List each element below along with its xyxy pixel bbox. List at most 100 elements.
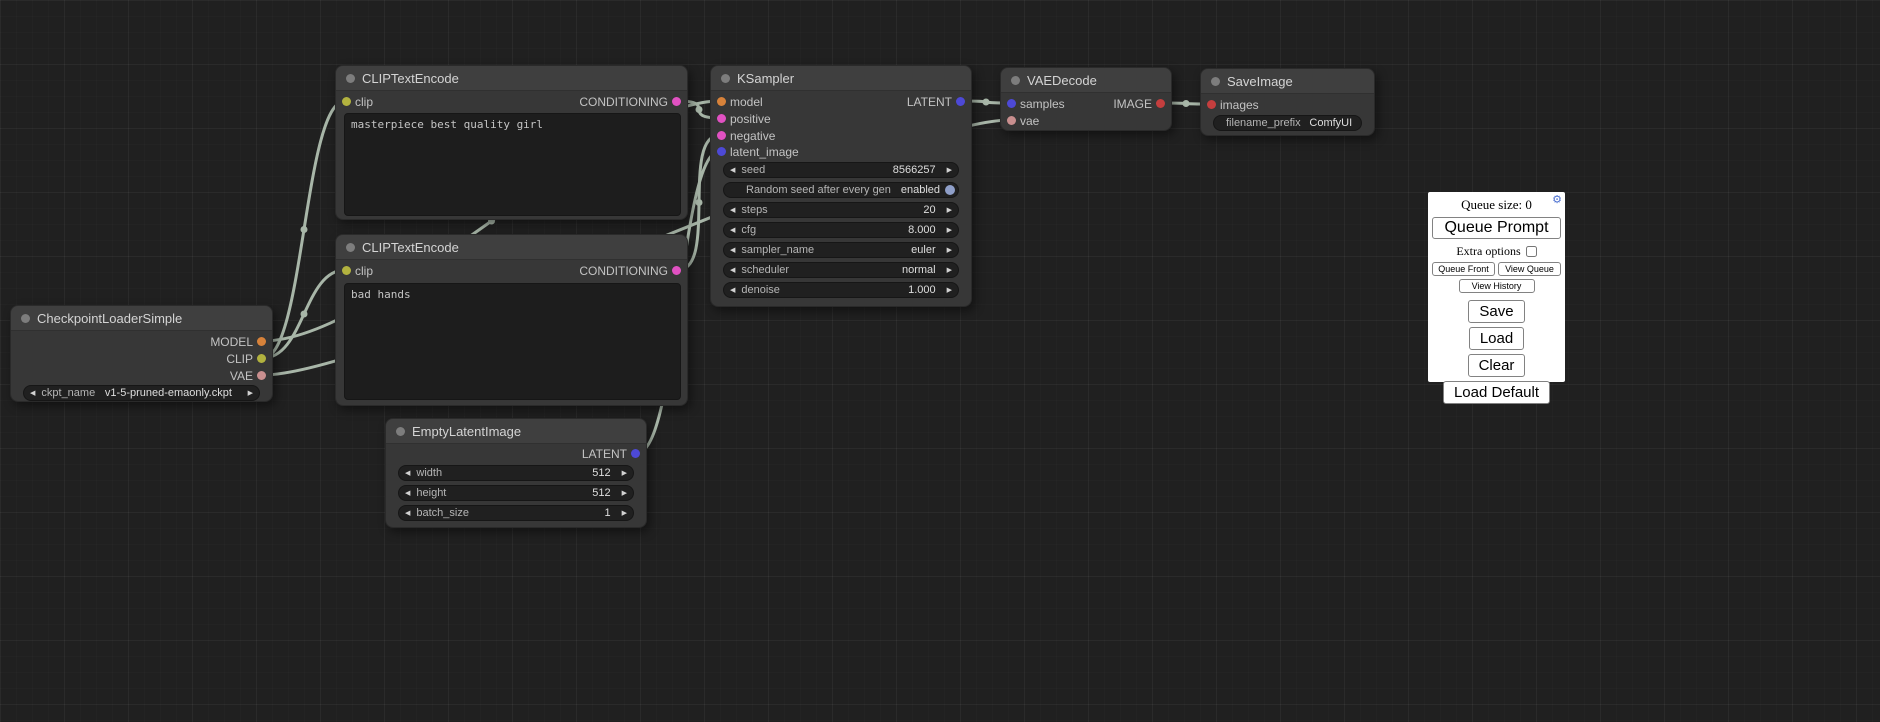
widget-value: 1 [604,507,615,519]
node-title-bar[interactable]: KSampler [711,66,971,91]
collapse-dot-icon[interactable] [1011,76,1020,85]
node-vaedecode[interactable]: VAEDecode samples vae IMAGE [1000,67,1172,131]
increment-arrow-icon[interactable]: ▶ [941,223,958,238]
link-midpoint-dot [301,311,308,318]
decrement-arrow-icon[interactable]: ◀ [724,283,741,298]
input-label-clip: clip [355,263,373,279]
widget-label: batch_size [416,507,469,519]
input-slot-negative[interactable] [717,131,726,140]
increment-arrow-icon[interactable]: ▶ [941,263,958,278]
output-label-conditioning: CONDITIONING [579,263,668,279]
output-slot-model[interactable] [257,337,266,346]
widget-label: sampler_name [741,244,814,256]
decrement-arrow-icon[interactable]: ◀ [724,223,741,238]
widget-label: steps [741,204,767,216]
output-label-conditioning: CONDITIONING [579,94,668,110]
node-title-bar[interactable]: CLIPTextEncode [336,235,687,260]
decrement-arrow-icon[interactable]: ◀ [399,466,416,481]
widget-label: ckpt_name [41,387,95,399]
widget-height[interactable]: ◀ height 512 ▶ [398,485,634,501]
widget-value: 512 [592,487,615,499]
load-default-button[interactable]: Load Default [1443,381,1550,404]
extra-options-checkbox[interactable] [1526,246,1537,257]
node-ksampler[interactable]: KSampler model positive negative latent_… [710,65,972,307]
increment-arrow-icon[interactable]: ▶ [941,163,958,178]
decrement-arrow-icon[interactable]: ◀ [724,243,741,258]
widget-steps[interactable]: ◀ steps 20 ▶ [723,202,959,218]
node-title-bar[interactable]: CheckpointLoaderSimple [11,306,272,331]
collapse-dot-icon[interactable] [396,427,405,436]
node-checkpointloadersimple[interactable]: CheckpointLoaderSimple MODEL CLIP VAE ◀ … [10,305,273,402]
input-slot-samples[interactable] [1007,99,1016,108]
increment-arrow-icon[interactable]: ▶ [941,283,958,298]
output-slot-vae[interactable] [257,371,266,380]
input-slot-vae[interactable] [1007,116,1016,125]
input-label-negative: negative [730,128,775,144]
increment-arrow-icon[interactable]: ▶ [941,203,958,218]
input-slot-clip[interactable] [342,97,351,106]
input-slot-clip[interactable] [342,266,351,275]
node-saveimage[interactable]: SaveImage images filename_prefix ComfyUI [1200,68,1375,136]
output-slot-conditioning[interactable] [672,266,681,275]
widget-cfg[interactable]: ◀ cfg 8.000 ▶ [723,222,959,238]
widget-filename-prefix[interactable]: filename_prefix ComfyUI [1213,115,1362,131]
decrement-arrow-icon[interactable]: ◀ [724,263,741,278]
widget-label: denoise [741,284,780,296]
node-cliptextencode-positive[interactable]: CLIPTextEncode clip CONDITIONING masterp… [335,65,688,220]
widget-seed[interactable]: ◀ seed 8566257 ▶ [723,162,959,178]
output-slot-image[interactable] [1156,99,1165,108]
node-title-bar[interactable]: CLIPTextEncode [336,66,687,91]
clear-button[interactable]: Clear [1468,354,1526,377]
output-label-clip: CLIP [226,351,253,367]
increment-arrow-icon[interactable]: ▶ [616,506,633,521]
increment-arrow-icon[interactable]: ▶ [242,386,259,401]
node-title-bar[interactable]: VAEDecode [1001,68,1171,93]
node-title-bar[interactable]: EmptyLatentImage [386,419,646,444]
widget-denoise[interactable]: ◀ denoise 1.000 ▶ [723,282,959,298]
decrement-arrow-icon[interactable]: ◀ [399,506,416,521]
increment-arrow-icon[interactable]: ▶ [616,466,633,481]
widget-scheduler[interactable]: ◀ scheduler normal ▶ [723,262,959,278]
widget-batch-size[interactable]: ◀ batch_size 1 ▶ [398,505,634,521]
collapse-dot-icon[interactable] [21,314,30,323]
negative-prompt-textarea[interactable]: bad hands [344,283,681,400]
output-slot-clip[interactable] [257,354,266,363]
collapse-dot-icon[interactable] [346,74,355,83]
increment-arrow-icon[interactable]: ▶ [941,243,958,258]
collapse-dot-icon[interactable] [346,243,355,252]
decrement-arrow-icon[interactable]: ◀ [399,486,416,501]
collapse-dot-icon[interactable] [721,74,730,83]
settings-gear-icon[interactable]: ⚙ [1552,195,1562,206]
link-midpoint-dot [1183,100,1190,107]
decrement-arrow-icon[interactable]: ◀ [724,163,741,178]
save-button[interactable]: Save [1468,300,1524,323]
decrement-arrow-icon[interactable]: ◀ [24,386,41,401]
output-slot-latent[interactable] [956,97,965,106]
collapse-dot-icon[interactable] [1211,77,1220,86]
input-slot-images[interactable] [1207,100,1216,109]
load-button[interactable]: Load [1469,327,1524,350]
node-title-bar[interactable]: SaveImage [1201,69,1374,94]
widget-value: normal [902,264,941,276]
input-slot-positive[interactable] [717,114,726,123]
toggle-indicator-icon[interactable] [945,185,955,195]
increment-arrow-icon[interactable]: ▶ [616,486,633,501]
input-slot-latent-image[interactable] [717,147,726,156]
output-slot-conditioning[interactable] [672,97,681,106]
queue-front-button[interactable]: Queue Front [1432,262,1495,276]
output-slot-latent[interactable] [631,449,640,458]
decrement-arrow-icon[interactable]: ◀ [724,203,741,218]
widget-width[interactable]: ◀ width 512 ▶ [398,465,634,481]
input-label-model: model [730,94,763,110]
node-cliptextencode-negative[interactable]: CLIPTextEncode clip CONDITIONING bad han… [335,234,688,406]
positive-prompt-textarea[interactable]: masterpiece best quality girl [344,113,681,216]
node-graph-canvas[interactable]: CheckpointLoaderSimple MODEL CLIP VAE ◀ … [0,0,1880,722]
view-history-button[interactable]: View History [1459,279,1535,293]
queue-prompt-button[interactable]: Queue Prompt [1432,217,1561,239]
widget-random-seed-toggle[interactable]: Random seed after every gen enabled [723,182,959,198]
view-queue-button[interactable]: View Queue [1498,262,1561,276]
input-slot-model[interactable] [717,97,726,106]
node-emptylatentimage[interactable]: EmptyLatentImage LATENT ◀ width 512 ▶ ◀ … [385,418,647,528]
widget-sampler-name[interactable]: ◀ sampler_name euler ▶ [723,242,959,258]
widget-ckpt-name[interactable]: ◀ ckpt_name v1-5-pruned-emaonly.ckpt ▶ [23,385,260,401]
